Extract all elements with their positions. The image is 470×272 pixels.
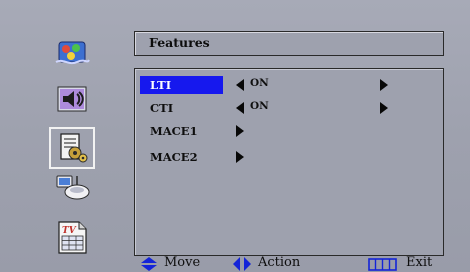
menu-item-label: MACE1 [150, 124, 198, 138]
help-exit-text: Exit [406, 255, 433, 270]
menu-panel: LTI ON CTI ON MACE1 MACE2 [134, 68, 444, 256]
help-action-text: Action [258, 255, 301, 270]
arrow-right-icon[interactable] [380, 102, 388, 114]
left-right-arrows-icon [233, 257, 251, 271]
menu-item-lti[interactable]: LTI ON [138, 75, 438, 95]
tv-osd-menu: TV Features LTI ON CTI ON MACE1 MACE2 Mo… [0, 0, 470, 272]
help-move-text: Move [164, 255, 201, 270]
menu-item-label: LTI [140, 76, 223, 94]
tv-guide-icon[interactable]: TV [53, 220, 91, 254]
menu-title-bar: Features [134, 31, 444, 56]
help-bar: Move Action Exit [140, 255, 470, 272]
menu-item-mace1[interactable]: MACE1 [138, 121, 438, 141]
value-text: ON [250, 77, 269, 89]
menu-item-label: CTI [150, 101, 174, 115]
menu-item-label: MACE2 [150, 150, 198, 164]
arrow-left-icon[interactable] [236, 102, 244, 114]
up-down-arrows-icon [141, 257, 157, 271]
svg-text:TV: TV [62, 226, 77, 236]
setup-icon[interactable] [53, 170, 91, 204]
features-icon[interactable] [49, 127, 95, 169]
arrow-right-icon[interactable] [380, 79, 388, 91]
value-text: ON [250, 100, 269, 112]
arrow-right-icon[interactable] [236, 125, 244, 137]
arrow-left-icon[interactable] [236, 79, 244, 91]
sound-icon[interactable] [53, 82, 91, 116]
menu-key-icon [368, 258, 397, 271]
menu-title: Features [149, 35, 210, 50]
menu-item-cti[interactable]: CTI ON [138, 98, 438, 118]
picture-icon[interactable] [53, 36, 91, 70]
menu-item-mace2[interactable]: MACE2 [138, 147, 438, 167]
arrow-right-icon[interactable] [236, 151, 244, 163]
